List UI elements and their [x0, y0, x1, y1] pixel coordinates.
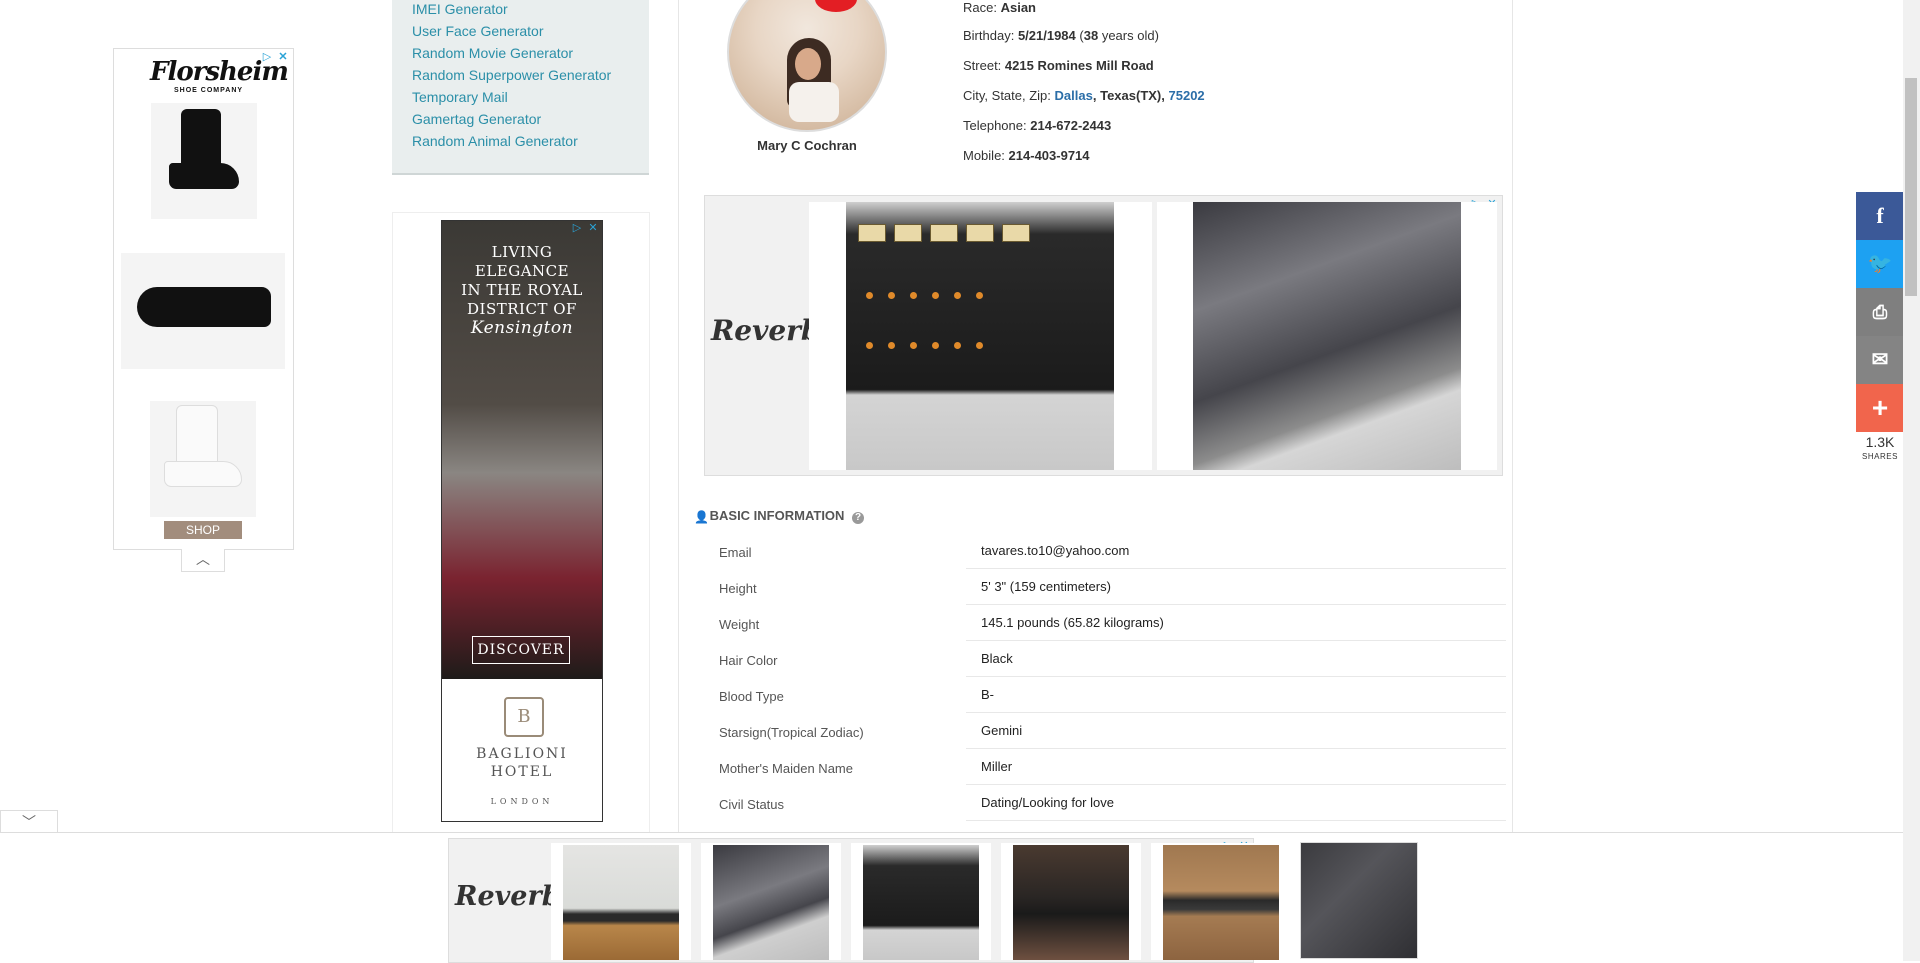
row-separator	[966, 640, 1506, 641]
row-label-civil-status: Civil Status	[719, 797, 785, 812]
sidebar-link-user-face-generator[interactable]: User Face Generator	[412, 22, 649, 44]
basic-information-heading: 👤 BASIC INFORMATION ?	[694, 508, 865, 524]
sidebar-link-random-superpower-generator[interactable]: Random Superpower Generator	[412, 66, 649, 88]
twitter-icon: 🐦	[1867, 253, 1893, 275]
city-link[interactable]: Dallas	[1055, 88, 1093, 103]
zip-link[interactable]: 75202	[1169, 88, 1205, 103]
mixer-image	[846, 202, 1114, 470]
row-label-starsign: Starsign(Tropical Zodiac)	[719, 725, 864, 740]
sidebar-link-imei-generator[interactable]: IMEI Generator	[412, 0, 649, 22]
product-card-mixer[interactable]	[809, 202, 1152, 470]
row-value-mothers-maiden-name: Miller	[981, 759, 1013, 774]
help-icon[interactable]: ?	[852, 512, 865, 524]
product-thumbnail[interactable]	[1300, 842, 1418, 959]
shop-button[interactable]: SHOP	[164, 521, 242, 539]
share-label: SHARES	[1862, 452, 1898, 461]
email-share-button[interactable]: ✉	[1856, 336, 1904, 384]
close-icon[interactable]: ✕	[586, 221, 600, 235]
race-line: Race: Asian	[963, 0, 1036, 15]
row-value-height: 5' 3" (159 centimeters)	[981, 579, 1111, 594]
sidebar-link-temporary-mail[interactable]: Temporary Mail	[412, 88, 649, 110]
row-label-mothers-maiden-name: Mother's Maiden Name	[719, 761, 853, 776]
product-card-rack[interactable]	[1157, 202, 1497, 470]
scrollbar-thumb[interactable]	[1905, 78, 1917, 296]
row-separator	[966, 820, 1506, 821]
content-border-right	[1512, 0, 1513, 832]
reverb-logo: Reverb	[455, 881, 561, 912]
sidebar-link-gamertag-generator[interactable]: Gamertag Generator	[412, 110, 649, 132]
row-value-starsign: Gemini	[981, 723, 1023, 738]
discover-button[interactable]: DISCOVER	[472, 636, 570, 664]
more-share-button[interactable]: +	[1856, 384, 1904, 432]
city-state-zip-line: City, State, Zip: Dallas, Texas(TX), 752…	[963, 88, 1205, 103]
birthday-line: Birthday: 5/21/1984 (38 years old)	[963, 28, 1159, 43]
facebook-share-button[interactable]: f	[1856, 192, 1904, 240]
shoe-image-loafer[interactable]	[121, 253, 285, 369]
row-label-hair-color: Hair Color	[719, 653, 778, 668]
street-line: Street: 4215 Romines Mill Road	[963, 58, 1154, 73]
florsheim-ad[interactable]: Florsheim SHOE COMPANY ▷ ✕ SHOP	[113, 48, 294, 550]
row-value-hair-color: Black	[981, 651, 1013, 666]
row-label-weight: Weight	[719, 617, 760, 632]
print-share-button[interactable]: ⎙	[1856, 288, 1904, 336]
row-value-weight: 145.1 pounds (65.82 kilograms)	[981, 615, 1164, 630]
rack-unit-image	[1193, 202, 1461, 470]
reverb-ad-main[interactable]: Reverb ▷ ✕	[704, 195, 1503, 476]
row-separator	[966, 712, 1506, 713]
profile-avatar	[727, 0, 887, 132]
sidebar-divider	[392, 173, 649, 175]
row-separator	[966, 748, 1506, 749]
user-icon: 👤	[694, 510, 709, 524]
share-count: 1.3K	[1865, 434, 1895, 450]
person-name: Mary C Cochran	[757, 138, 857, 153]
row-separator	[966, 568, 1506, 569]
adchoices-icon[interactable]: ▷	[260, 50, 274, 64]
product-thumbnail[interactable]	[551, 843, 691, 960]
telephone-line: Telephone: 214-672-2443	[963, 118, 1112, 133]
ad-brand-subtitle: SHOE COMPANY	[174, 87, 244, 94]
sidebar-link-random-movie-generator[interactable]: Random Movie Generator	[412, 44, 649, 66]
row-separator	[966, 784, 1506, 785]
product-thumbnail[interactable]	[1151, 843, 1291, 960]
shoe-image-boot[interactable]	[151, 103, 257, 219]
product-thumbnail[interactable]	[1001, 843, 1141, 960]
plus-icon: +	[1871, 392, 1889, 423]
adchoices-icon[interactable]: ▷	[570, 221, 584, 235]
chevron-up-icon[interactable]: ︿	[181, 549, 225, 572]
close-icon[interactable]: ✕	[276, 50, 290, 64]
hotel-ad-headline: LIVING ELEGANCE IN THE ROYAL DISTRICT OF…	[461, 243, 583, 338]
hotel-name: BAGLIONI HOTEL	[476, 746, 568, 780]
product-thumbnail[interactable]	[851, 843, 991, 960]
print-icon: ⎙	[1872, 302, 1888, 322]
hotel-location: LONDON	[490, 797, 554, 806]
row-label-height: Height	[719, 581, 757, 596]
row-value-email: tavares.to10@yahoo.com	[981, 543, 1130, 558]
baglioni-hotel-ad[interactable]: LIVING ELEGANCE IN THE ROYAL DISTRICT OF…	[441, 220, 603, 822]
shoe-image-white-boot[interactable]	[150, 401, 256, 517]
product-thumbnail[interactable]	[701, 843, 841, 960]
sidebar-tools-list: IMEI Generator User Face Generator Rando…	[392, 0, 649, 175]
reverb-logo: Reverb	[711, 314, 821, 347]
row-value-civil-status: Dating/Looking for love	[981, 795, 1114, 810]
row-label-email: Email	[719, 545, 752, 560]
email-icon: ✉	[1871, 349, 1889, 371]
row-label-blood-type: Blood Type	[719, 689, 784, 704]
facebook-icon: f	[1876, 203, 1884, 228]
chevron-down-icon[interactable]: ﹀	[0, 810, 58, 833]
content-border-left	[678, 0, 679, 832]
row-separator	[966, 676, 1506, 677]
sidebar-link-random-animal-generator[interactable]: Random Animal Generator	[412, 132, 649, 154]
twitter-share-button[interactable]: 🐦	[1856, 240, 1904, 288]
row-separator	[966, 604, 1506, 605]
hotel-crest-logo: B	[504, 697, 544, 737]
row-value-blood-type: B-	[981, 687, 994, 702]
mobile-line: Mobile: 214-403-9714	[963, 148, 1090, 163]
reverb-ad-bottom[interactable]: Reverb ▷ ✕	[448, 838, 1291, 963]
